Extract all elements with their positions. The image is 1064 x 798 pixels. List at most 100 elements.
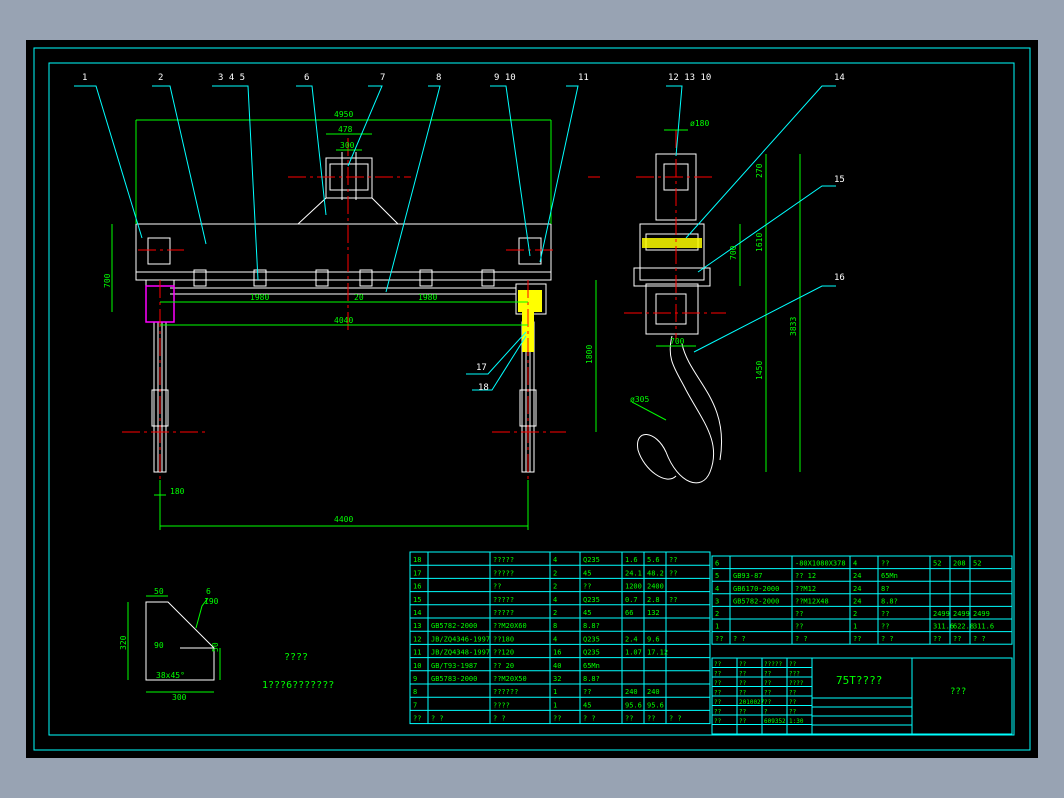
bom_right-cell: ?? (881, 610, 889, 618)
title-block-cell: ????? (764, 661, 782, 668)
dim-478: 478 (338, 125, 353, 134)
title-block-cell: ? (764, 709, 768, 716)
bom_right-cell: 5 (715, 572, 719, 580)
balloon-6: 6 (304, 73, 309, 83)
bom_left-cell: 4 (553, 596, 557, 604)
balloon-7: 7 (380, 73, 385, 83)
bom_left-cell: 8 (413, 688, 417, 696)
bom_left-cell: ??M20X50 (493, 675, 527, 683)
bom_right-cell: 2499 (973, 610, 990, 618)
side-dim-3833: 3833 (789, 317, 798, 336)
balloon-1: 1 (82, 73, 87, 83)
bom_left-cell: 95.6 (625, 701, 642, 709)
title-block-cell: ???? (789, 680, 804, 687)
dim-300: 300 (340, 141, 355, 150)
bom_left-cell: 7 (413, 701, 417, 709)
balloon-11: 11 (578, 73, 589, 83)
title-block-cell: ?? (714, 718, 722, 725)
side-dimensions (631, 129, 801, 472)
company-name: ??? (950, 687, 966, 697)
bom_left-cell: 12 (413, 635, 421, 643)
bom_left-cell: 1200 (625, 583, 642, 591)
bom_left-cell: ?? (669, 596, 677, 604)
drawing-canvas: 1 2 3 4 5 6 7 8 9 10 11 12 13 10 14 15 1… (26, 40, 1038, 758)
notes-line: 1???6??????? (262, 680, 334, 691)
bom_left-cell: 4 (553, 635, 557, 643)
bom_right-cell: 24 (853, 572, 861, 580)
bom_right-cell: 8.8? (881, 597, 898, 605)
bom_left-cell: ?? (493, 583, 501, 591)
title-block-cell: ?? (789, 699, 797, 706)
bom_left-cell: 2400 (647, 583, 664, 591)
bom_left-cell: 5.6 (647, 556, 660, 564)
balloon-18: 18 (478, 383, 489, 393)
bom_left-cell: 32 (553, 675, 561, 683)
dim-4950: 4950 (334, 110, 353, 119)
bom_right-header-cell: ?? (853, 635, 861, 643)
bom_left-cell: GB5782-2000 (431, 622, 477, 630)
bom_left-header-cell: ? ? (431, 715, 444, 723)
detail-dim-50: 50 (154, 587, 164, 596)
bom_left-cell: ????? (493, 596, 514, 604)
bom_right-cell: 311.6 (933, 623, 954, 631)
bom_left-cell: 17.12 (647, 649, 668, 657)
bom_left-cell: 13 (413, 622, 421, 630)
title-block-cell: ?? (789, 690, 797, 697)
title-block-cell: ?? (764, 671, 772, 678)
bom_left-cell: 95.6 (647, 701, 664, 709)
bom_right-cell: 52 (933, 560, 941, 568)
title-block-cell: ?? (764, 699, 772, 706)
bom_left-cell: Q235 (583, 596, 600, 604)
bom_right-cell: 6 (715, 560, 719, 568)
bom_left-cell: 8 (553, 622, 557, 630)
dimension-labels: 4950 478 300 700 1980 20 1980 4040 1800 … (103, 110, 798, 702)
dim-4400: 4400 (334, 515, 353, 524)
centerlines (122, 138, 600, 502)
dim-4040: 4040 (334, 316, 353, 325)
bom_left-cell: 9 (413, 675, 417, 683)
bom_left-header-cell: ?? (553, 715, 561, 723)
bom_right-cell: ??M12 (795, 585, 816, 593)
title-block-cell: ?? (764, 690, 772, 697)
bom_left-cell: ????? (493, 569, 514, 577)
side-dim-700a: 700 (729, 245, 738, 260)
detail-dim-90: 90 (154, 641, 164, 650)
inner-frame (48, 62, 1015, 736)
title-block-cell: ?? (714, 690, 722, 697)
bom_right-cell: 311.6 (973, 623, 994, 631)
title-block-cell: ?? (739, 709, 747, 716)
bom_left-header-cell: ?? (625, 715, 633, 723)
title-block-cell: 609352 (764, 718, 786, 725)
balloon-17: 17 (476, 363, 487, 373)
notes-title: ???? (284, 652, 308, 663)
balloon-labels: 1 2 3 4 5 6 7 8 9 10 11 12 13 10 14 15 1… (82, 73, 845, 393)
bom_right-header-cell: ?? (715, 635, 723, 643)
bom_right-cell: ?? 12 (795, 572, 816, 580)
detail-dim-45: 38x45° (156, 671, 185, 680)
bom_left-cell: 2 (553, 569, 557, 577)
dimension-lines (111, 119, 597, 530)
bom_left-cell: 10 (413, 662, 421, 670)
bom_left-cell: ?? (583, 688, 591, 696)
balloon-345: 3 4 5 (218, 73, 245, 83)
bom_right-cell: 2 (715, 610, 719, 618)
bom_right-cell: GB93-87 (733, 572, 763, 580)
balloon-8: 8 (436, 73, 441, 83)
title-block-cell: 1:30 (789, 718, 804, 725)
bom_left-cell: 45 (583, 569, 591, 577)
balloon-16: 16 (834, 273, 845, 283)
bom_right-header-cell: ? ? (795, 635, 808, 643)
bom_left-cell: ?? (669, 556, 677, 564)
side-dim-1450: 1450 (755, 361, 764, 380)
bom_right-cell: 208 (953, 560, 966, 568)
dim-1980a: 1980 (250, 293, 269, 302)
bom_right-cell: 52 (973, 560, 981, 568)
title-block-cell: ?? (714, 680, 722, 687)
side-dim-1610: 1610 (755, 233, 764, 252)
bom_right-header-cell: ?? (933, 635, 941, 643)
title-block-cell: ?? (764, 680, 772, 687)
title-block-cell: ?? (739, 671, 747, 678)
bom_left-cell: JB/ZQ4346-1997 (431, 635, 490, 643)
bom_left-cell: 11 (413, 649, 421, 657)
bom_left-cell: ?????? (493, 688, 518, 696)
